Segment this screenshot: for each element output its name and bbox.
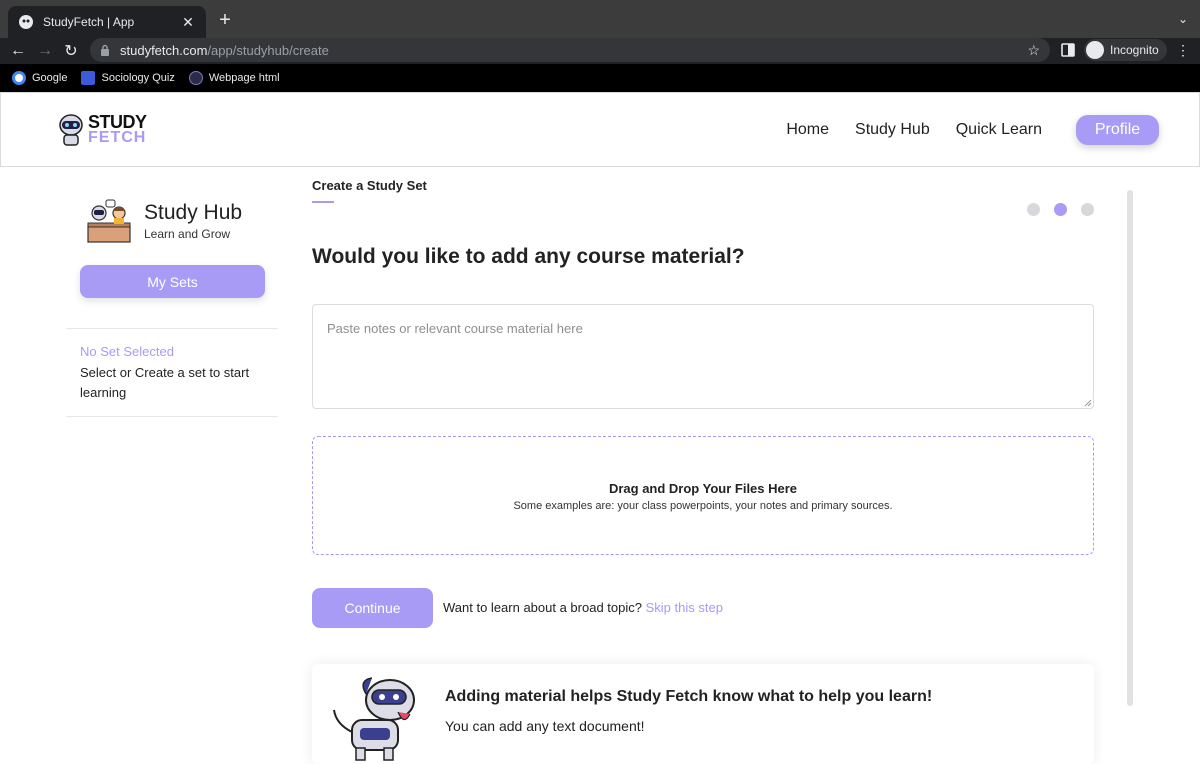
step-progress-dots bbox=[1027, 203, 1108, 216]
study-hub-title: Study Hub bbox=[144, 201, 243, 224]
page-question: Would you like to add any course materia… bbox=[312, 245, 745, 268]
info-card-title: Adding material helps Study Fetch know w… bbox=[445, 688, 933, 705]
browser-menu-icon[interactable]: ⋮ bbox=[1176, 42, 1190, 59]
url-path: /app/studyhub/create bbox=[207, 42, 329, 58]
skip-row: Want to learn about a broad topic? Skip … bbox=[443, 600, 723, 615]
bookmark-sociology-quiz[interactable]: Sociology Quiz bbox=[81, 71, 175, 85]
study-desk-illustration-icon bbox=[87, 199, 131, 243]
incognito-badge[interactable]: Incognito bbox=[1084, 39, 1167, 61]
side-panel-icon[interactable] bbox=[1060, 42, 1076, 58]
study-hub-subtitle: Learn and Grow bbox=[144, 227, 231, 241]
lock-icon bbox=[101, 44, 109, 56]
logo-line-fetch: FETCH bbox=[88, 129, 147, 146]
incognito-icon bbox=[1086, 41, 1104, 59]
file-dropzone[interactable]: Drag and Drop Your Files Here Some examp… bbox=[312, 436, 1094, 555]
my-sets-button[interactable]: My Sets bbox=[80, 265, 265, 298]
no-set-selected-label: No Set Selected bbox=[80, 344, 174, 359]
content-scrollbar[interactable] bbox=[1127, 190, 1133, 706]
tab-search-chevron-icon[interactable]: ⌄ bbox=[1178, 12, 1188, 26]
reload-icon[interactable]: ↻ bbox=[60, 38, 82, 64]
info-card: Adding material helps Study Fetch know w… bbox=[312, 664, 1094, 764]
new-tab-icon[interactable]: + bbox=[214, 10, 236, 30]
study-hub-text: Study Hub Learn and Grow bbox=[144, 201, 242, 241]
dropzone-title: Drag and Drop Your Files Here bbox=[608, 481, 798, 496]
study-hub-heading: Study Hub Learn and Grow bbox=[86, 198, 242, 244]
continue-button[interactable]: Continue bbox=[312, 588, 433, 628]
main-nav: Home Study Hub Quick Learn Profile bbox=[760, 115, 1159, 145]
step-title-underline bbox=[312, 201, 334, 203]
url-host: studyfetch.com bbox=[120, 42, 208, 58]
forward-arrow-icon[interactable]: → bbox=[34, 38, 56, 64]
address-bar[interactable]: studyfetch.com/app/studyhub/create ☆ bbox=[90, 38, 1050, 62]
studyfetch-logo[interactable]: STUDY FETCH bbox=[56, 113, 147, 147]
sociology-quiz-icon bbox=[81, 71, 96, 85]
dropzone-subtitle: Some examples are: your class powerpoint… bbox=[513, 500, 893, 512]
step-title: Create a Study Set bbox=[312, 178, 427, 193]
browser-toolbar: ← → ↻ studyfetch.com/app/studyhub/create… bbox=[0, 38, 1200, 64]
selected-set-panel: No Set Selected Select or Create a set t… bbox=[66, 328, 278, 417]
incognito-label: Incognito bbox=[1110, 43, 1159, 57]
robot-dog-mascot-icon bbox=[333, 677, 415, 761]
logo-line-study: STUDY bbox=[88, 112, 147, 132]
back-arrow-icon[interactable]: ← bbox=[7, 38, 29, 64]
profile-button[interactable]: Profile bbox=[1076, 115, 1159, 145]
studyfetch-favicon-icon bbox=[19, 15, 33, 29]
logo-text: STUDY FETCH bbox=[88, 112, 147, 146]
nav-quick-learn[interactable]: Quick Learn bbox=[956, 121, 1042, 139]
nav-home[interactable]: Home bbox=[786, 121, 829, 139]
info-card-subtitle: You can add any text document! bbox=[445, 718, 645, 734]
step-dot-1 bbox=[1027, 203, 1040, 216]
no-set-description: Select or Create a set to start learning bbox=[80, 365, 250, 400]
bookmark-label: Sociology Quiz bbox=[101, 72, 175, 84]
google-icon bbox=[12, 71, 26, 85]
robot-dog-logo-icon bbox=[59, 114, 83, 146]
skip-prompt: Want to learn about a broad topic? bbox=[443, 600, 642, 615]
bookmark-star-icon[interactable]: ☆ bbox=[1027, 42, 1040, 59]
site-header: STUDY FETCH Home Study Hub Quick Learn P… bbox=[0, 92, 1200, 167]
step-dot-3 bbox=[1081, 203, 1094, 216]
skip-step-link[interactable]: Skip this step bbox=[646, 600, 723, 615]
nav-study-hub[interactable]: Study Hub bbox=[855, 121, 930, 139]
browser-tab[interactable]: StudyFetch | App ✕ bbox=[8, 6, 206, 38]
step-dot-2 bbox=[1054, 203, 1067, 216]
webpage-html-icon bbox=[188, 71, 203, 85]
url-text: studyfetch.com/app/studyhub/create bbox=[120, 43, 1027, 58]
bookmark-webpage-html[interactable]: Webpage html bbox=[188, 71, 280, 85]
textarea-resize-handle-icon[interactable] bbox=[1084, 399, 1092, 407]
bookmark-label: Webpage html bbox=[208, 72, 280, 84]
course-material-textarea[interactable] bbox=[312, 304, 1094, 409]
browser-tabbar: StudyFetch | App ✕ + ⌄ bbox=[0, 0, 1200, 38]
tab-title: StudyFetch | App bbox=[43, 15, 135, 29]
close-tab-icon[interactable]: ✕ bbox=[180, 14, 196, 31]
bookmark-google[interactable]: Google bbox=[12, 71, 67, 85]
bookmarks-bar: Google Sociology Quiz Webpage html bbox=[0, 64, 1200, 92]
bookmark-label: Google bbox=[32, 72, 68, 84]
